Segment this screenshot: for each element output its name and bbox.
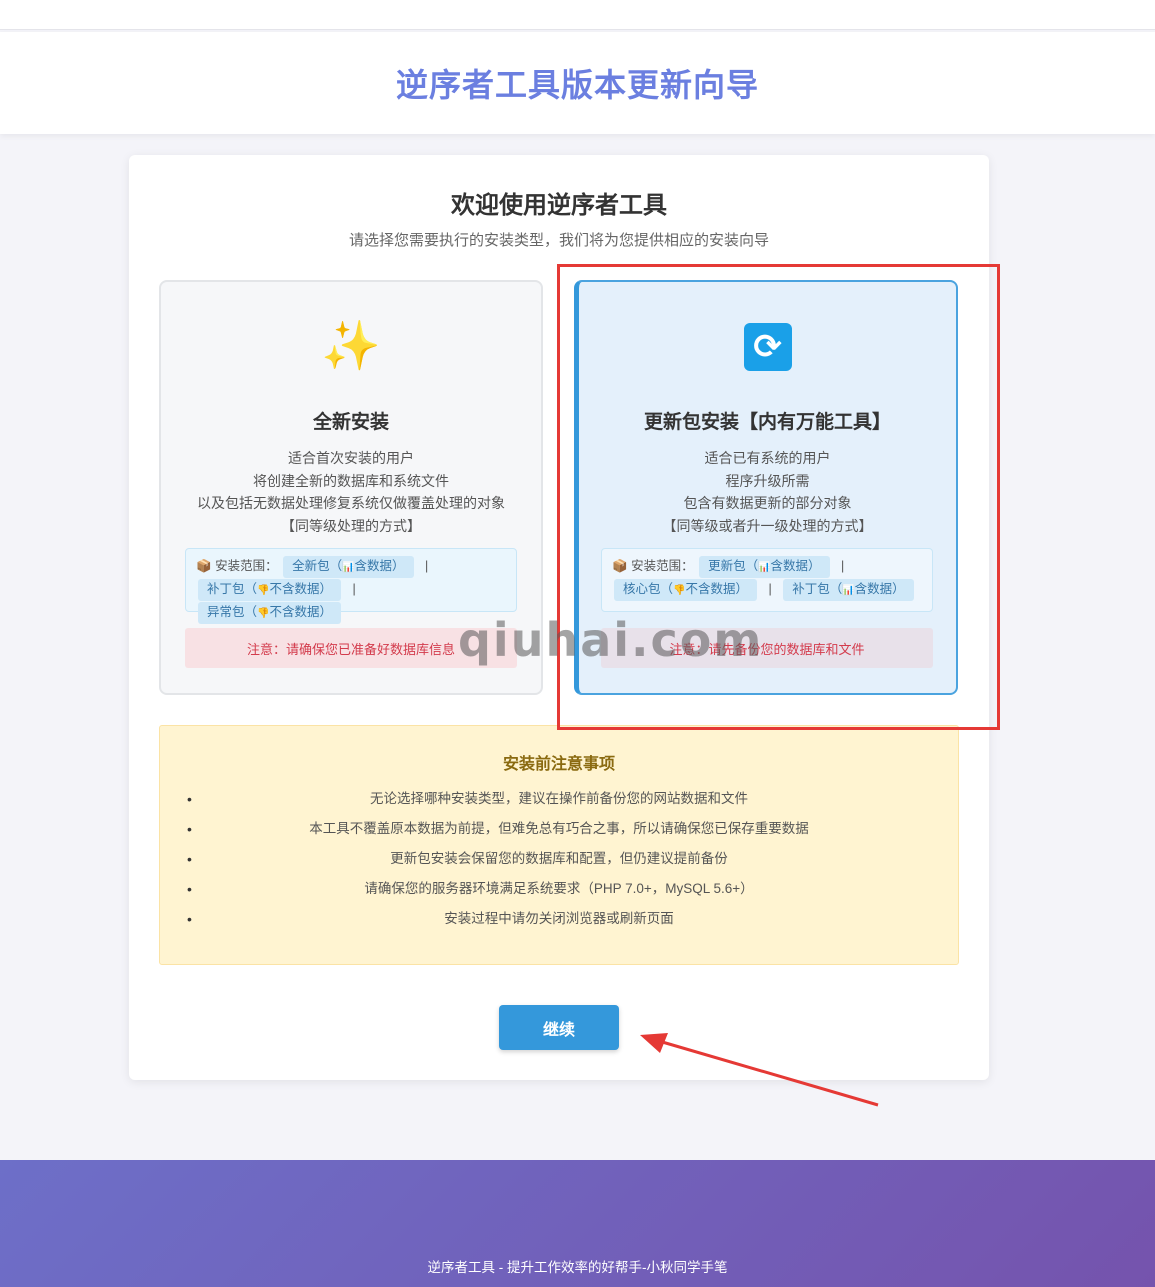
scope-tag: 补丁包（👎不含数据） [198,579,341,601]
package-icon: 📦 [196,559,212,573]
install-scope: 📦 安装范围： 更新包（📊含数据） | 核心包（👎不含数据） | 补丁包（📊含数… [601,548,933,612]
scope-tag: 全新包（📊含数据） [283,556,414,578]
option-title: 全新安装 [312,412,389,433]
page-header: 逆序者工具版本更新向导 [0,32,1155,134]
footer-text: 逆序者工具 - 提升工作效率的好帮手-小秋同学手笔 [427,1260,728,1275]
chart-icon: 📊 [342,562,355,573]
option-description: 适合已有系统的用户 程序升级所需 包含有数据更新的部分对象 【同等级或者升一级处… [662,450,873,534]
list-item: 本工具不覆盖原本数据为前提，但难免总有巧合之事，所以请确保您已保存重要数据 [160,814,958,844]
sparkles-icon: ✨ [321,320,381,373]
notice-banner: 注意：请先备份您的数据库和文件 [601,628,933,668]
scope-label: 安装范围： [631,559,694,573]
list-item: 请确保您的服务器环境满足系统要求（PHP 7.0+，MySQL 5.6+） [160,874,958,904]
welcome-subtitle: 请选择您需要执行的安装类型，我们将为您提供相应的安装向导 [348,232,769,249]
list-item: 更新包安装会保留您的数据库和配置，但仍建议提前备份 [160,844,958,874]
page-title: 逆序者工具版本更新向导 [395,67,759,103]
scope-tag: 核心包（👎不含数据） [614,579,757,601]
scope-tag: 异常包（👎不含数据） [198,602,341,624]
notice-banner: 注意：请确保您已准备好数据库信息 [185,628,517,668]
scope-tag: 补丁包（📊含数据） [783,579,914,601]
chart-icon: 📊 [758,562,771,573]
welcome-title: 欢迎使用逆序者工具 [451,192,667,219]
continue-button[interactable]: 继续 [499,1005,619,1050]
footer: 逆序者工具 - 提升工作效率的好帮手-小秋同学手笔 [0,1160,1155,1287]
scope-label: 安装范围： [215,559,278,573]
refresh-icon: ⟳ [743,322,793,372]
precautions-list: 无论选择哪种安装类型，建议在操作前备份您的网站数据和文件 本工具不覆盖原本数据为… [160,784,958,934]
package-icon: 📦 [612,559,628,573]
update-install-option[interactable]: ⟳ 更新包安装【内有万能工具】 适合已有系统的用户 程序升级所需 包含有数据更新… [574,280,958,695]
chart-icon: 📊 [842,585,855,596]
thumbs-down-icon: 👎 [257,585,270,596]
list-item: 安装过程中请勿关闭浏览器或刷新页面 [160,904,958,934]
option-description: 适合首次安装的用户 将创建全新的数据库和系统文件 以及包括无数据处理修复系统仅做… [197,450,505,534]
list-item: 无论选择哪种安装类型，建议在操作前备份您的网站数据和文件 [160,784,958,814]
top-bar [0,0,1155,30]
install-scope: 📦 安装范围： 全新包（📊含数据） | 补丁包（👎不含数据） | 异常包（👎不含… [185,548,517,624]
fresh-install-option[interactable]: ✨ 全新安装 适合首次安装的用户 将创建全新的数据库和系统文件 以及包括无数据处… [159,280,543,695]
option-title: 更新包安装【内有万能工具】 [643,412,891,433]
scope-tag: 更新包（📊含数据） [699,556,830,578]
main-card: 欢迎使用逆序者工具 请选择您需要执行的安装类型，我们将为您提供相应的安装向导 ✨… [129,155,989,1080]
precautions-title: 安装前注意事项 [502,756,615,773]
thumbs-down-icon: 👎 [257,608,270,619]
precautions-box: 安装前注意事项 无论选择哪种安装类型，建议在操作前备份您的网站数据和文件 本工具… [159,725,959,965]
thumbs-down-icon: 👎 [673,585,686,596]
